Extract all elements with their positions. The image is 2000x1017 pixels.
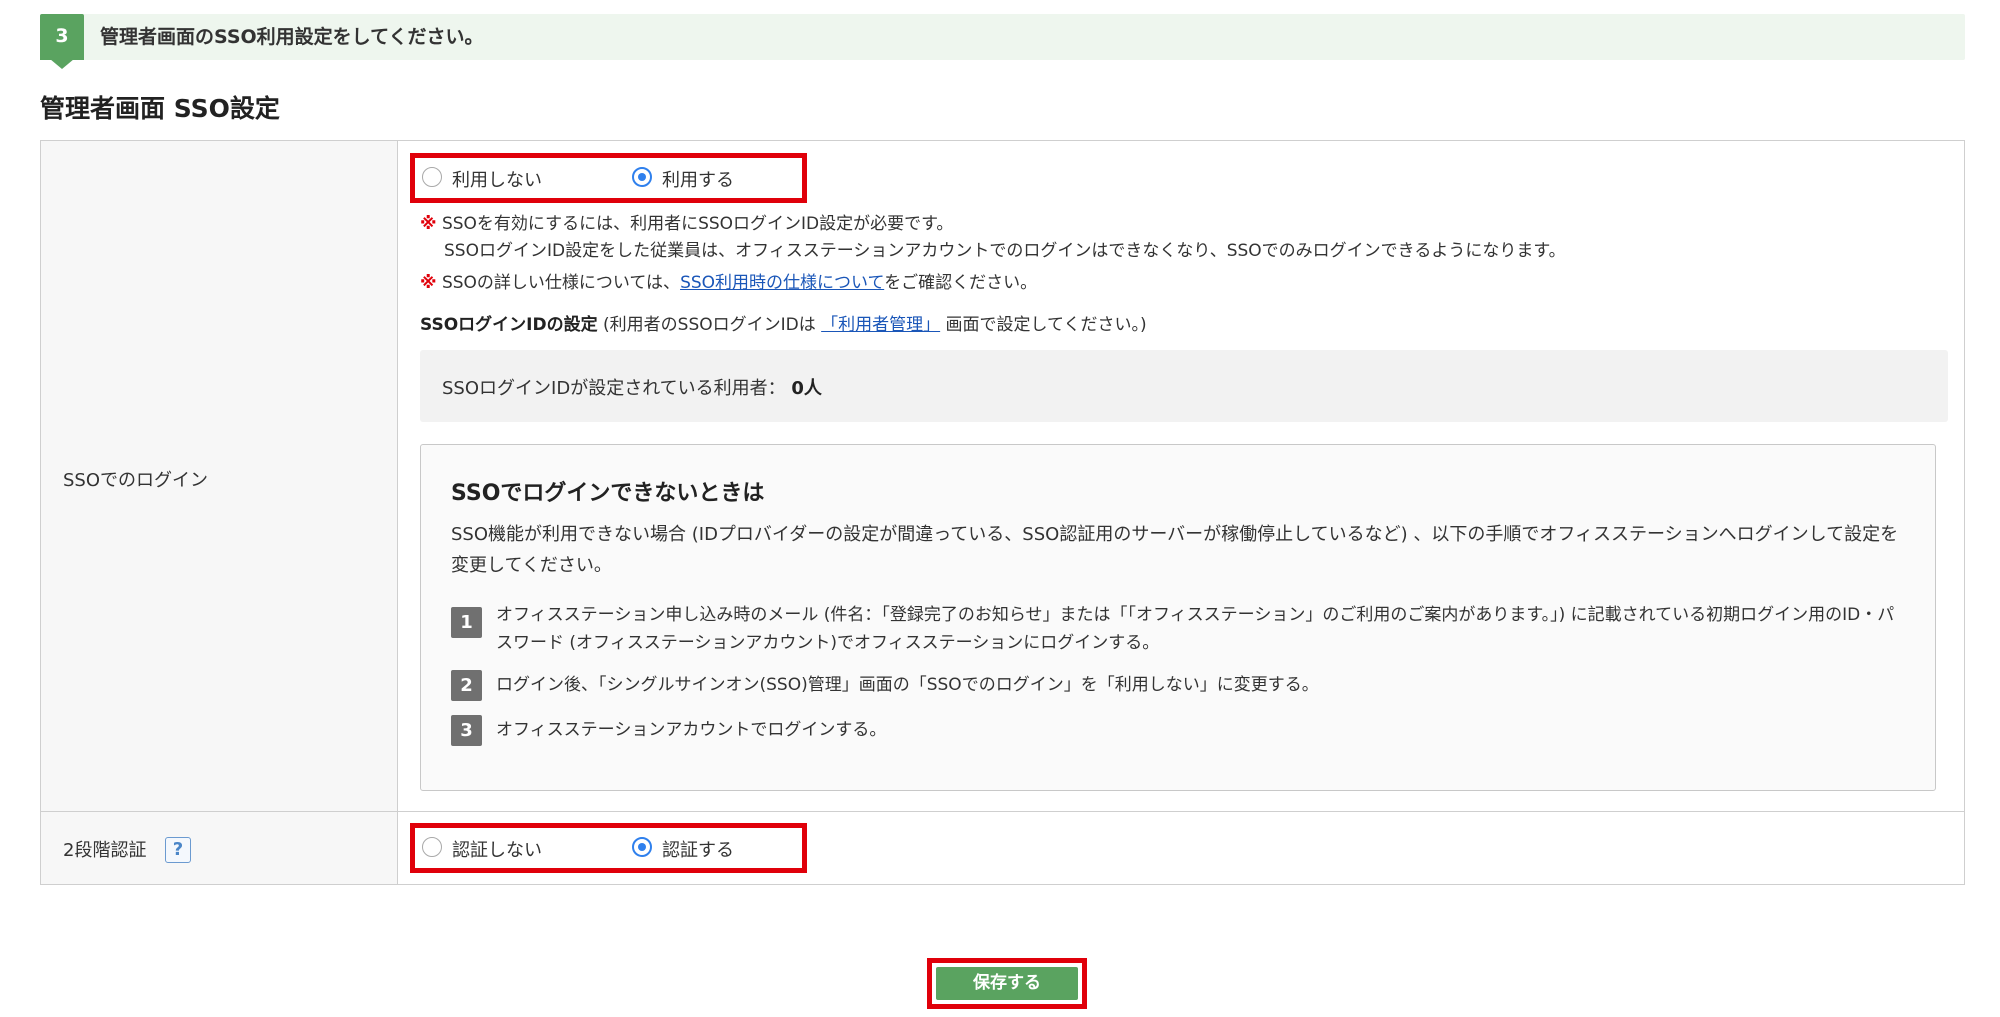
- step-1-text: オフィスステーション申し込み時のメール (件名：「登録完了のお知らせ」または「「…: [496, 605, 1895, 653]
- two-factor-label: 2段階認証: [63, 840, 147, 861]
- note-mark: ※: [420, 273, 437, 293]
- count-value: 0人: [791, 378, 822, 399]
- note-1-line-2: SSOログインID設定をした従業員は、オフィスステーションアカウントでのログイン…: [444, 241, 1566, 261]
- radio-label: 認証しない: [452, 840, 542, 861]
- note-2: ※ SSOの詳しい仕様については、SSO利用時の仕様についてをご確認ください。: [420, 268, 1037, 293]
- save-button[interactable]: 保存する: [936, 967, 1078, 1000]
- step-2-number: 2: [451, 670, 482, 701]
- radio-label: 利用する: [662, 170, 734, 191]
- step-1-number: 1: [451, 607, 482, 638]
- sso-user-count: SSOログインIDが設定されている利用者： 0人: [442, 374, 822, 400]
- help-box-title: SSOでログインできないときは: [451, 481, 765, 506]
- step-instruction: 管理者画面のSSO利用設定をしてください。: [100, 26, 484, 48]
- sso-troubleshoot-box: SSOでログインできないときは SSO機能が利用できない場合 (IDプロバイダー…: [420, 444, 1936, 791]
- step-3-text: オフィスステーションアカウントでログインする。: [496, 720, 887, 740]
- note-text: SSOを有効にするには、利用者にSSOログインID設定が必要です。: [441, 214, 954, 234]
- note-text: をご確認ください。: [884, 273, 1038, 293]
- radio-circle-icon: [422, 167, 442, 187]
- radio-label: 利用しない: [452, 170, 542, 191]
- section-title: 管理者画面 SSO設定: [40, 94, 280, 123]
- id-setting-line: SSOログインIDの設定 (利用者のSSOログインIDは 「利用者管理」 画面で…: [420, 310, 1147, 335]
- note-text: SSOの詳しい仕様については、: [441, 273, 681, 293]
- sso-login-label: SSOでのログイン: [63, 470, 209, 491]
- sso-spec-link[interactable]: SSO利用時の仕様について: [680, 273, 884, 293]
- step-number-badge: 3: [40, 14, 84, 69]
- radio-circle-icon: [632, 167, 652, 187]
- label-column: [41, 141, 398, 884]
- help-box-description: SSO機能が利用できない場合 (IDプロバイダーの設定が間違っている、SSO認証…: [451, 524, 1899, 576]
- row-divider: [41, 811, 1964, 812]
- id-setting-text: 画面で設定してください。): [940, 315, 1147, 335]
- id-setting-heading: SSOログインIDの設定: [420, 315, 598, 335]
- radio-circle-icon: [632, 837, 652, 857]
- sso-user-count-box: SSOログインIDが設定されている利用者： 0人: [420, 350, 1948, 422]
- note-mark: ※: [420, 214, 437, 234]
- radio-circle-icon: [422, 837, 442, 857]
- count-label: SSOログインIDが設定されている利用者：: [442, 378, 786, 399]
- sso-login-radio-group: 利用しない 利用する: [410, 153, 807, 203]
- two-factor-radio-group: 認証しない 認証する: [410, 823, 807, 873]
- step-3-number: 3: [451, 715, 482, 746]
- help-icon[interactable]: ?: [165, 837, 191, 863]
- id-setting-text: (利用者のSSOログインIDは: [597, 315, 822, 335]
- save-button-highlight: 保存する: [927, 958, 1087, 1009]
- user-management-link[interactable]: 「利用者管理」: [821, 315, 940, 335]
- radio-label: 認証する: [662, 840, 734, 861]
- step-2-text: ログイン後、「シングルサインオン(SSO)管理」画面の「SSOでのログイン」を「…: [496, 675, 1319, 695]
- note-1: ※ SSOを有効にするには、利用者にSSOログインID設定が必要です。: [420, 209, 953, 234]
